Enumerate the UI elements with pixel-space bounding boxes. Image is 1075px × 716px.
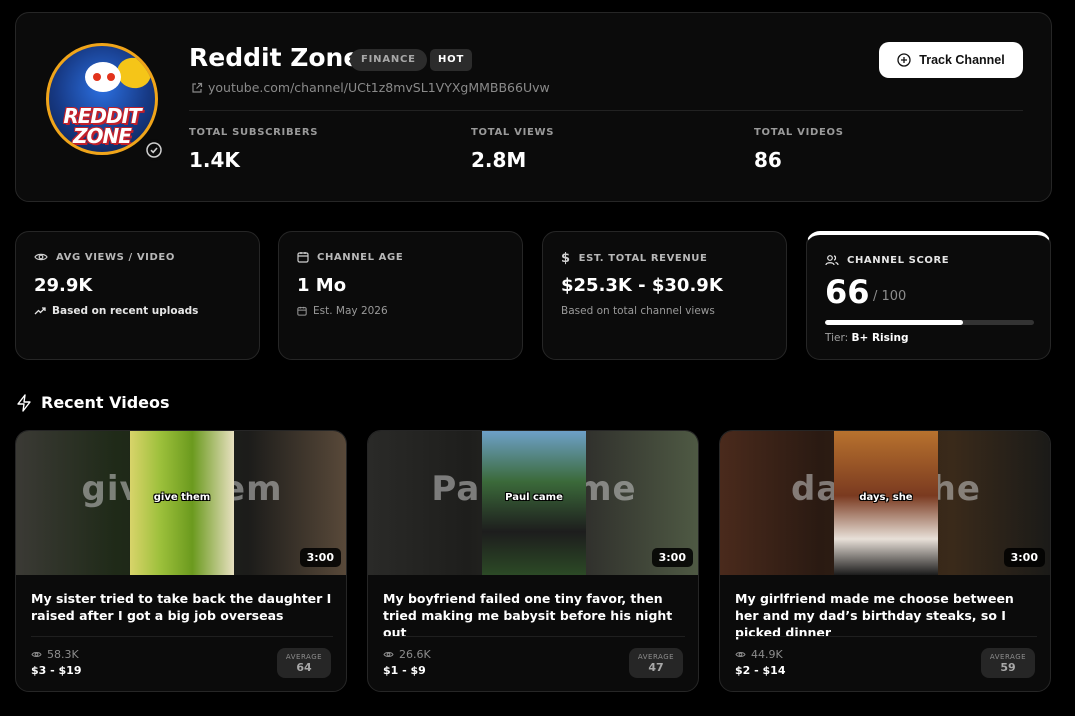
channel-avatar: REDDIT ZONE <box>46 43 158 155</box>
score-tier: Tier: B+ Rising <box>825 332 908 344</box>
badge-value: 64 <box>296 661 312 674</box>
video-title[interactable]: My girlfriend made me choose between her… <box>735 590 1040 641</box>
tier-value: B+ Rising <box>851 332 909 344</box>
stat-label: TOTAL VIDEOS <box>754 127 844 138</box>
badge-label: AVERAGE <box>637 653 675 661</box>
tier-label: Tier: <box>825 332 849 344</box>
channel-header-card: REDDIT ZONE Reddit Zone FINANCE HOT yout… <box>15 12 1052 202</box>
video-thumbnail[interactable]: Paul came Paul came 3:00 <box>368 431 698 575</box>
thumbnail-caption: days, she <box>859 492 913 503</box>
channel-score-card: CHANNEL SCORE 66 / 100 Tier: B+ Rising <box>806 231 1051 360</box>
video-views-count: 58.3K <box>47 648 79 661</box>
video-revenue: $2 - $14 <box>735 664 786 677</box>
channel-url-link[interactable]: youtube.com/channel/UCt1z8mvSL1VYXgMMBB6… <box>191 80 550 95</box>
video-duration: 3:00 <box>1003 548 1045 567</box>
video-card[interactable]: days, she days, she 3:00 My girlfriend m… <box>719 430 1051 692</box>
trending-up-icon <box>34 307 46 315</box>
thumbnail-frame <box>834 431 938 575</box>
video-thumbnail[interactable]: give them give them 3:00 <box>16 431 346 575</box>
stat-views: TOTAL VIEWS 2.8M <box>471 127 554 172</box>
revenue-card: $ EST. TOTAL REVENUE $25.3K - $30.9K Bas… <box>542 231 787 360</box>
video-card[interactable]: Paul came Paul came 3:00 My boyfriend fa… <box>367 430 699 692</box>
hot-tag: HOT <box>430 49 473 71</box>
lightning-icon <box>17 393 31 412</box>
metric-value: $25.3K - $30.9K <box>561 275 723 296</box>
thumbnail-frame <box>130 431 234 575</box>
video-score-badge: AVERAGE 47 <box>629 648 683 678</box>
score-progress-bar <box>825 320 1034 325</box>
badge-label: AVERAGE <box>285 653 323 661</box>
stat-label: TOTAL SUBSCRIBERS <box>189 127 319 138</box>
recent-videos-heading: Recent Videos <box>16 393 170 412</box>
video-score-badge: AVERAGE 64 <box>277 648 331 678</box>
thumbnail-caption: Paul came <box>505 492 563 503</box>
metric-value: 1 Mo <box>297 275 347 296</box>
track-channel-button[interactable]: Track Channel <box>879 42 1023 78</box>
badge-label: AVERAGE <box>989 653 1027 661</box>
avatar-mascot-eye <box>93 73 101 81</box>
eye-icon <box>34 253 48 261</box>
thumbnail-frame <box>482 431 586 575</box>
score-max: / 100 <box>873 289 907 304</box>
avatar-logo-line2: ZONE <box>73 124 132 148</box>
thumbnail-caption: give them <box>153 492 211 503</box>
video-title[interactable]: My boyfriend failed one tiny favor, then… <box>383 590 688 641</box>
users-icon <box>825 255 839 266</box>
stat-subscribers: TOTAL SUBSCRIBERS 1.4K <box>189 127 318 172</box>
category-tag: FINANCE <box>350 49 427 71</box>
channel-age-card: CHANNEL AGE 1 Mo Est. May 2026 <box>278 231 523 360</box>
video-divider <box>31 636 333 637</box>
score-progress-fill <box>825 320 963 325</box>
badge-value: 59 <box>1000 661 1016 674</box>
stat-videos: TOTAL VIDEOS 86 <box>754 127 844 172</box>
metric-label: AVG VIEWS / VIDEO <box>56 251 175 263</box>
channel-name: Reddit Zone <box>189 43 361 72</box>
eye-icon <box>31 652 42 657</box>
metric-label: CHANNEL SCORE <box>847 254 950 266</box>
header-divider <box>189 110 1023 111</box>
external-link-icon <box>192 82 203 93</box>
stat-label: TOTAL VIEWS <box>471 127 555 138</box>
calendar-icon <box>297 306 307 316</box>
metric-label: EST. TOTAL REVENUE <box>578 253 708 264</box>
video-views: 58.3K <box>31 648 79 661</box>
calendar-icon <box>297 252 309 263</box>
video-views-count: 26.6K <box>399 648 431 661</box>
video-revenue: $3 - $19 <box>31 664 82 677</box>
section-title: Recent Videos <box>41 393 170 412</box>
video-duration: 3:00 <box>299 548 341 567</box>
metric-sub: Based on total channel views <box>561 305 715 317</box>
metric-value: 29.9K <box>34 275 93 296</box>
video-thumbnail[interactable]: days, she days, she 3:00 <box>720 431 1050 575</box>
metric-sub: Based on recent uploads <box>52 305 199 317</box>
avatar-mascot <box>85 62 121 92</box>
video-duration: 3:00 <box>651 548 693 567</box>
stat-value: 1.4K <box>189 148 240 172</box>
avg-views-card: AVG VIEWS / VIDEO 29.9K Based on recent … <box>15 231 260 360</box>
eye-icon <box>383 652 394 657</box>
video-card[interactable]: give them give them 3:00 My sister tried… <box>15 430 347 692</box>
video-views: 26.6K <box>383 648 431 661</box>
video-views-count: 44.9K <box>751 648 783 661</box>
verified-check-icon <box>143 139 165 161</box>
video-divider <box>735 636 1037 637</box>
stat-value: 2.8M <box>471 148 527 172</box>
video-revenue: $1 - $9 <box>383 664 426 677</box>
dollar-icon: $ <box>561 251 571 266</box>
plus-circle-icon <box>897 53 911 67</box>
avatar-mascot-eye <box>107 73 115 81</box>
eye-icon <box>735 652 746 657</box>
metric-label: CHANNEL AGE <box>317 251 404 263</box>
channel-url-text: youtube.com/channel/UCt1z8mvSL1VYXgMMBB6… <box>208 80 550 95</box>
video-score-badge: AVERAGE 59 <box>981 648 1035 678</box>
stat-value: 86 <box>754 148 782 172</box>
video-title[interactable]: My sister tried to take back the daughte… <box>31 590 336 624</box>
video-divider <box>383 636 685 637</box>
score-value: 66 <box>825 273 870 311</box>
track-channel-label: Track Channel <box>919 53 1005 67</box>
metric-sub: Est. May 2026 <box>313 305 388 317</box>
badge-value: 47 <box>648 661 664 674</box>
video-views: 44.9K <box>735 648 783 661</box>
